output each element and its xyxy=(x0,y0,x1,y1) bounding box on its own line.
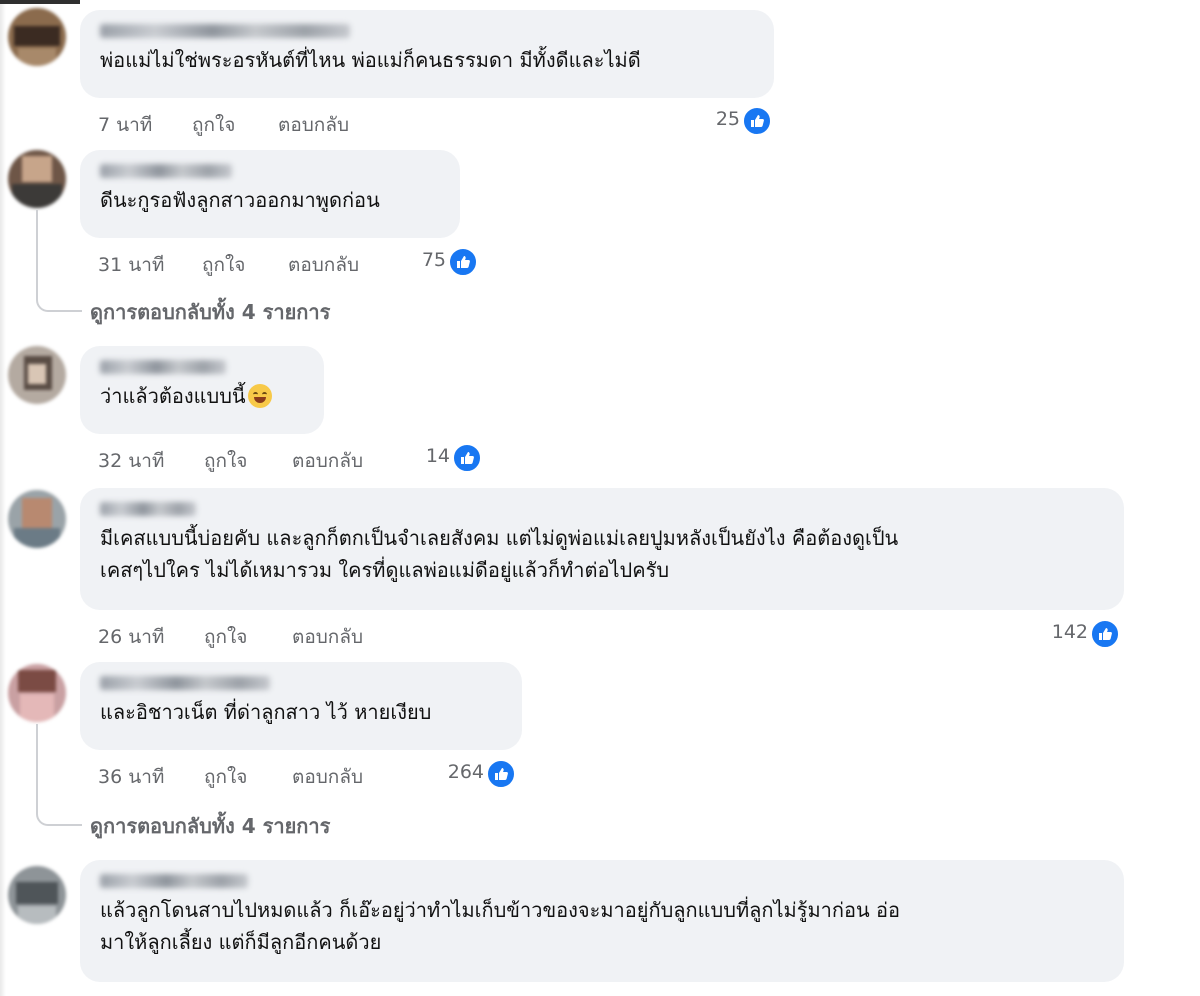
comment-text: พ่อแม่ไม่ใช่พระอรหันต์ที่ไหน พ่อแม่ก็คนธ… xyxy=(100,48,641,72)
comment-bubble: พ่อแม่ไม่ใช่พระอรหันต์ที่ไหน พ่อแม่ก็คนธ… xyxy=(80,10,774,98)
thread-connector xyxy=(36,210,82,312)
like-button[interactable]: ถูกใจ xyxy=(204,622,247,652)
view-replies-link[interactable]: ดูการตอบกลับทั้ง 4 รายการ xyxy=(90,810,330,842)
comment-time[interactable]: 7 นาที xyxy=(98,110,152,140)
comment-time[interactable]: 31 นาที xyxy=(98,250,164,280)
comment-text: มีเคสแบบนี้บ่อยคับ และลูกก็ตกเป็นจำเลยสั… xyxy=(100,522,1106,586)
comment-time[interactable]: 26 นาที xyxy=(98,622,164,652)
reaction-number: 264 xyxy=(447,761,484,783)
like-button[interactable]: ถูกใจ xyxy=(204,446,247,476)
reaction-number: 14 xyxy=(425,445,450,467)
thumbs-up-icon xyxy=(742,106,772,136)
comment-bubble: แล้วลูกโดนสาบไปหมดแล้ว ก็เอ๊ะอยู่ว่าทำไม… xyxy=(80,860,1124,982)
reply-button[interactable]: ตอบกลับ xyxy=(288,250,359,280)
like-button[interactable]: ถูกใจ xyxy=(204,762,247,792)
thumbs-up-icon xyxy=(1090,619,1120,649)
avatar[interactable] xyxy=(8,866,66,924)
comment-text: แล้วลูกโดนสาบไปหมดแล้ว ก็เอ๊ะอยู่ว่าทำไม… xyxy=(100,894,1106,958)
commenter-name[interactable] xyxy=(100,874,248,888)
like-button[interactable]: ถูกใจ xyxy=(202,250,245,280)
reply-button[interactable]: ตอบกลับ xyxy=(292,762,363,792)
comment-text: ว่าแล้วต้องแบบนี้ xyxy=(100,380,306,412)
reply-button[interactable]: ตอบกลับ xyxy=(278,110,349,140)
commenter-name[interactable] xyxy=(100,502,196,516)
commenter-name[interactable] xyxy=(100,24,350,38)
comment-time[interactable]: 32 นาที xyxy=(98,446,164,476)
avatar[interactable] xyxy=(8,346,66,404)
commenter-name[interactable] xyxy=(100,164,232,178)
comment-text: ดีนะกูรอฟังลูกสาวออกมาพูดก่อน xyxy=(100,188,380,212)
comment-line: มาให้ลูกเลี้ยง แต่ก็มีลูกอีกคนด้วย xyxy=(100,930,382,954)
reaction-number: 25 xyxy=(715,108,740,130)
avatar[interactable] xyxy=(8,664,66,722)
commenter-name[interactable] xyxy=(100,360,226,374)
comment-thread: พ่อแม่ไม่ใช่พระอรหันต์ที่ไหน พ่อแม่ก็คนธ… xyxy=(0,0,1200,996)
comment-line: เคสๆไปใคร ไม่ได้เหมารวม ใครที่ดูแลพ่อแม่… xyxy=(100,558,670,582)
view-replies-link[interactable]: ดูการตอบกลับทั้ง 4 รายการ xyxy=(90,296,330,328)
reply-button[interactable]: ตอบกลับ xyxy=(292,446,363,476)
comment-line: มีเคสแบบนี้บ่อยคับ และลูกก็ตกเป็นจำเลยสั… xyxy=(100,526,899,550)
comment-time[interactable]: 36 นาที xyxy=(98,762,164,792)
reaction-count[interactable]: 75 xyxy=(406,247,478,277)
window-edge xyxy=(0,0,6,996)
reaction-number: 75 xyxy=(421,249,446,271)
comment-bubble: มีเคสแบบนี้บ่อยคับ และลูกก็ตกเป็นจำเลยสั… xyxy=(80,488,1124,610)
grinning-emoji-icon xyxy=(247,384,272,408)
reaction-count[interactable]: 264 xyxy=(434,759,516,789)
comment-bubble: ดีนะกูรอฟังลูกสาวออกมาพูดก่อน xyxy=(80,150,460,238)
avatar[interactable] xyxy=(8,490,66,548)
comment-text: และอิชาวเน็ต ที่ด่าลูกสาว ไว้ หายเงียบ xyxy=(100,700,432,724)
commenter-name[interactable] xyxy=(100,676,270,690)
reaction-count[interactable]: 142 xyxy=(1030,619,1120,649)
top-divider xyxy=(0,0,80,4)
comment-line: แล้วลูกโดนสาบไปหมดแล้ว ก็เอ๊ะอยู่ว่าทำไม… xyxy=(100,898,901,922)
thumbs-up-icon xyxy=(448,247,478,277)
like-button[interactable]: ถูกใจ xyxy=(192,110,235,140)
reaction-number: 142 xyxy=(1051,621,1088,643)
thread-connector xyxy=(36,724,82,826)
reaction-count[interactable]: 14 xyxy=(410,443,482,473)
avatar[interactable] xyxy=(8,150,66,208)
reaction-count[interactable]: 25 xyxy=(700,106,772,136)
thumbs-up-icon xyxy=(452,443,482,473)
avatar[interactable] xyxy=(8,8,66,66)
comment-bubble: และอิชาวเน็ต ที่ด่าลูกสาว ไว้ หายเงียบ xyxy=(80,662,522,750)
thumbs-up-icon xyxy=(486,759,516,789)
comment-bubble: ว่าแล้วต้องแบบนี้ xyxy=(80,346,324,434)
reply-button[interactable]: ตอบกลับ xyxy=(292,622,363,652)
